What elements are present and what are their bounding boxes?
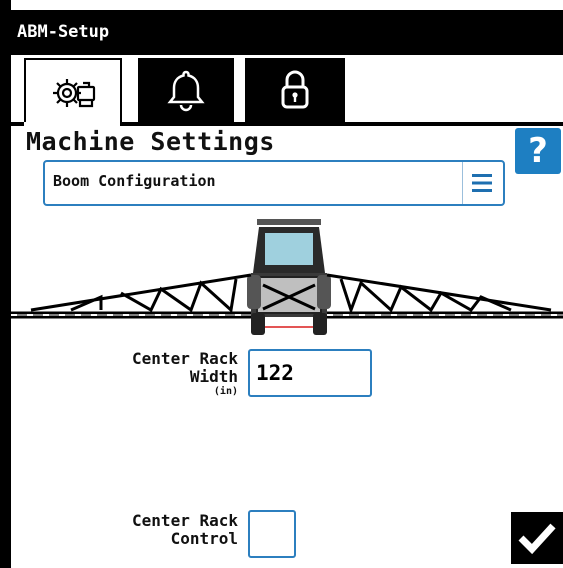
center-rack-control-checkbox[interactable] bbox=[248, 510, 296, 558]
center-rack-width-unit: (in) bbox=[213, 386, 238, 397]
page-title: Machine Settings bbox=[26, 127, 275, 156]
hamburger-menu-icon bbox=[472, 174, 492, 192]
confirm-button[interactable] bbox=[511, 512, 563, 564]
title-bar: ABM-Setup bbox=[11, 10, 563, 55]
sprayer-boom-illustration bbox=[11, 219, 563, 335]
select-value: Boom Configuration bbox=[53, 172, 216, 190]
lock-icon bbox=[281, 70, 309, 109]
center-rack-width-input[interactable]: 122 bbox=[248, 349, 372, 397]
tab-security[interactable] bbox=[245, 58, 345, 122]
boom-configuration-select[interactable]: Boom Configuration bbox=[43, 160, 505, 206]
bell-icon bbox=[167, 70, 205, 112]
checkmark-icon bbox=[518, 523, 556, 555]
tab-alarms[interactable] bbox=[138, 58, 234, 122]
tab-machine-settings[interactable] bbox=[24, 58, 122, 126]
dropdown-menu-button[interactable] bbox=[462, 162, 503, 204]
settings-gears-icon bbox=[53, 79, 96, 108]
center-rack-control-label: Center Rack Control bbox=[132, 511, 238, 548]
help-button[interactable]: ? bbox=[515, 128, 561, 174]
center-rack-width-label: Center Rack Width (in) bbox=[60, 350, 238, 398]
window-left-border bbox=[0, 0, 11, 568]
window-title: ABM-Setup bbox=[17, 22, 110, 42]
